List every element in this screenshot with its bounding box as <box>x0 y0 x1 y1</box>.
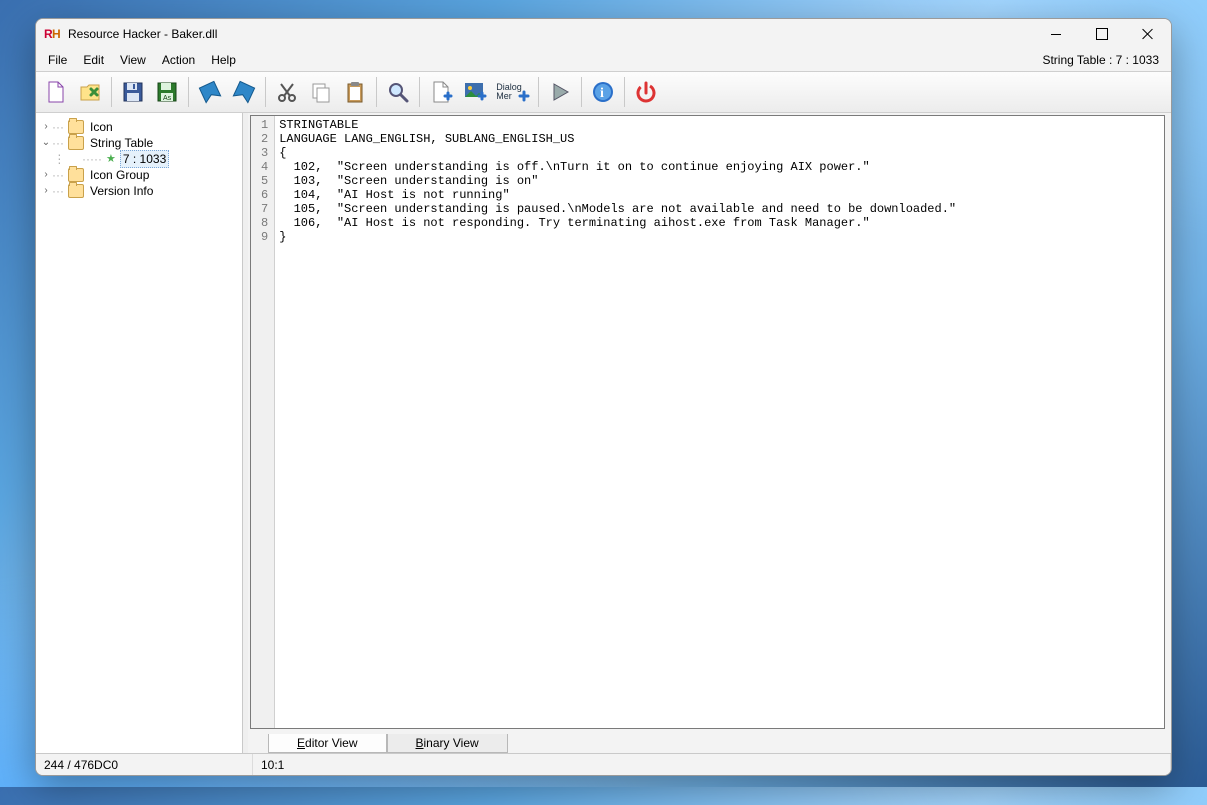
expand-icon[interactable]: › <box>40 119 52 135</box>
expand-icon[interactable]: › <box>40 167 52 183</box>
editor-pane: 1 2 3 4 5 6 7 8 9 STRINGTABLE LANGUAGE L… <box>248 113 1171 753</box>
window-buttons <box>1033 19 1171 49</box>
toolbar-separator <box>265 77 266 107</box>
bookmark-next-button[interactable] <box>228 76 260 108</box>
svg-text:i: i <box>600 86 604 101</box>
floppy-icon <box>121 80 145 104</box>
menu-bar: File Edit View Action Help String Table … <box>36 49 1171 71</box>
power-icon <box>634 80 658 104</box>
copy-button[interactable] <box>305 76 337 108</box>
add-image-icon <box>463 80 487 104</box>
clipboard-icon <box>343 80 367 104</box>
toolbar-separator <box>538 77 539 107</box>
bookmark-prev-button[interactable] <box>194 76 226 108</box>
close-resource-button[interactable] <box>630 76 662 108</box>
minimize-icon <box>1051 34 1061 35</box>
add-image-resource-button[interactable] <box>459 76 491 108</box>
new-file-icon <box>44 80 68 104</box>
menu-help[interactable]: Help <box>203 51 244 69</box>
bookmark-prev-icon <box>198 80 222 104</box>
maximize-icon <box>1096 28 1108 40</box>
about-button[interactable]: i <box>587 76 619 108</box>
toolbar-separator <box>624 77 625 107</box>
status-cursor: 10:1 <box>253 754 1171 775</box>
find-button[interactable] <box>382 76 414 108</box>
menu-view[interactable]: View <box>112 51 154 69</box>
plus-icon <box>518 90 530 102</box>
bookmark-next-icon <box>232 80 256 104</box>
add-resource-icon <box>429 80 453 104</box>
floppy-as-icon: As <box>155 80 179 104</box>
editor-tabs: Editor View Binary View <box>248 731 1171 753</box>
open-file-icon <box>78 80 102 104</box>
tree-item-label: 7 : 1033 <box>120 150 169 168</box>
folder-icon <box>68 136 84 150</box>
new-file-button[interactable] <box>40 76 72 108</box>
folder-icon <box>68 184 84 198</box>
window-title: Resource Hacker - Baker.dll <box>68 27 217 41</box>
svg-text:H: H <box>52 27 61 41</box>
toolbar-separator <box>581 77 582 107</box>
toolbar-separator <box>188 77 189 107</box>
menu-action[interactable]: Action <box>154 51 203 69</box>
menu-edit[interactable]: Edit <box>75 51 112 69</box>
cut-button[interactable] <box>271 76 303 108</box>
status-bar: 244 / 476DC0 10:1 <box>36 753 1171 775</box>
collapse-icon[interactable]: ⌄ <box>40 135 52 151</box>
star-icon: ★ <box>106 151 116 167</box>
close-button[interactable] <box>1125 19 1171 49</box>
expand-icon[interactable]: › <box>40 183 52 199</box>
dialog-merge-button[interactable]: Dialog Mer <box>493 76 533 108</box>
toolbar-separator <box>111 77 112 107</box>
resource-path-label: String Table : 7 : 1033 <box>1042 53 1167 67</box>
info-icon: i <box>591 80 615 104</box>
app-window: R H Resource Hacker - Baker.dll File Edi… <box>35 18 1172 776</box>
folder-icon <box>68 168 84 182</box>
menu-file[interactable]: File <box>40 51 75 69</box>
client-area: ›··· Icon ⌄··· String Table <box>36 113 1171 753</box>
save-as-button[interactable]: As <box>151 76 183 108</box>
tree-item-version-info[interactable]: ›··· Version Info <box>40 183 240 199</box>
tab-editor-view[interactable]: Editor View <box>268 734 387 753</box>
title-bar[interactable]: R H Resource Hacker - Baker.dll <box>36 19 1171 49</box>
resource-tree[interactable]: ›··· Icon ⌄··· String Table <box>36 113 243 753</box>
svg-text:As: As <box>163 95 172 102</box>
save-button[interactable] <box>117 76 149 108</box>
play-icon <box>548 80 572 104</box>
text-editor[interactable]: 1 2 3 4 5 6 7 8 9 STRINGTABLE LANGUAGE L… <box>250 115 1165 729</box>
toolbar: As <box>36 71 1171 113</box>
tree-item-string-table[interactable]: ⌄··· String Table <box>40 135 240 151</box>
scissors-icon <box>275 80 299 104</box>
code-area[interactable]: STRINGTABLE LANGUAGE LANG_ENGLISH, SUBLA… <box>275 116 1164 728</box>
status-size: 244 / 476DC0 <box>36 754 253 775</box>
tree-item-string-table-entry[interactable]: ⋮ ····· ★ 7 : 1033 <box>40 151 240 167</box>
paste-button[interactable] <box>339 76 371 108</box>
add-resource-button[interactable] <box>425 76 457 108</box>
minimize-button[interactable] <box>1033 19 1079 49</box>
toolbar-separator <box>419 77 420 107</box>
tree-item-icon-group[interactable]: ›··· Icon Group <box>40 167 240 183</box>
close-icon <box>1142 28 1154 40</box>
copy-icon <box>309 80 333 104</box>
app-icon: R H <box>44 25 62 43</box>
tree-item-icon[interactable]: ›··· Icon <box>40 119 240 135</box>
magnifier-icon <box>386 80 410 104</box>
toolbar-separator <box>376 77 377 107</box>
maximize-button[interactable] <box>1079 19 1125 49</box>
tab-binary-view[interactable]: Binary View <box>387 734 508 753</box>
compile-run-button[interactable] <box>544 76 576 108</box>
open-file-button[interactable] <box>74 76 106 108</box>
line-number-gutter: 1 2 3 4 5 6 7 8 9 <box>251 116 275 728</box>
folder-icon <box>68 120 84 134</box>
